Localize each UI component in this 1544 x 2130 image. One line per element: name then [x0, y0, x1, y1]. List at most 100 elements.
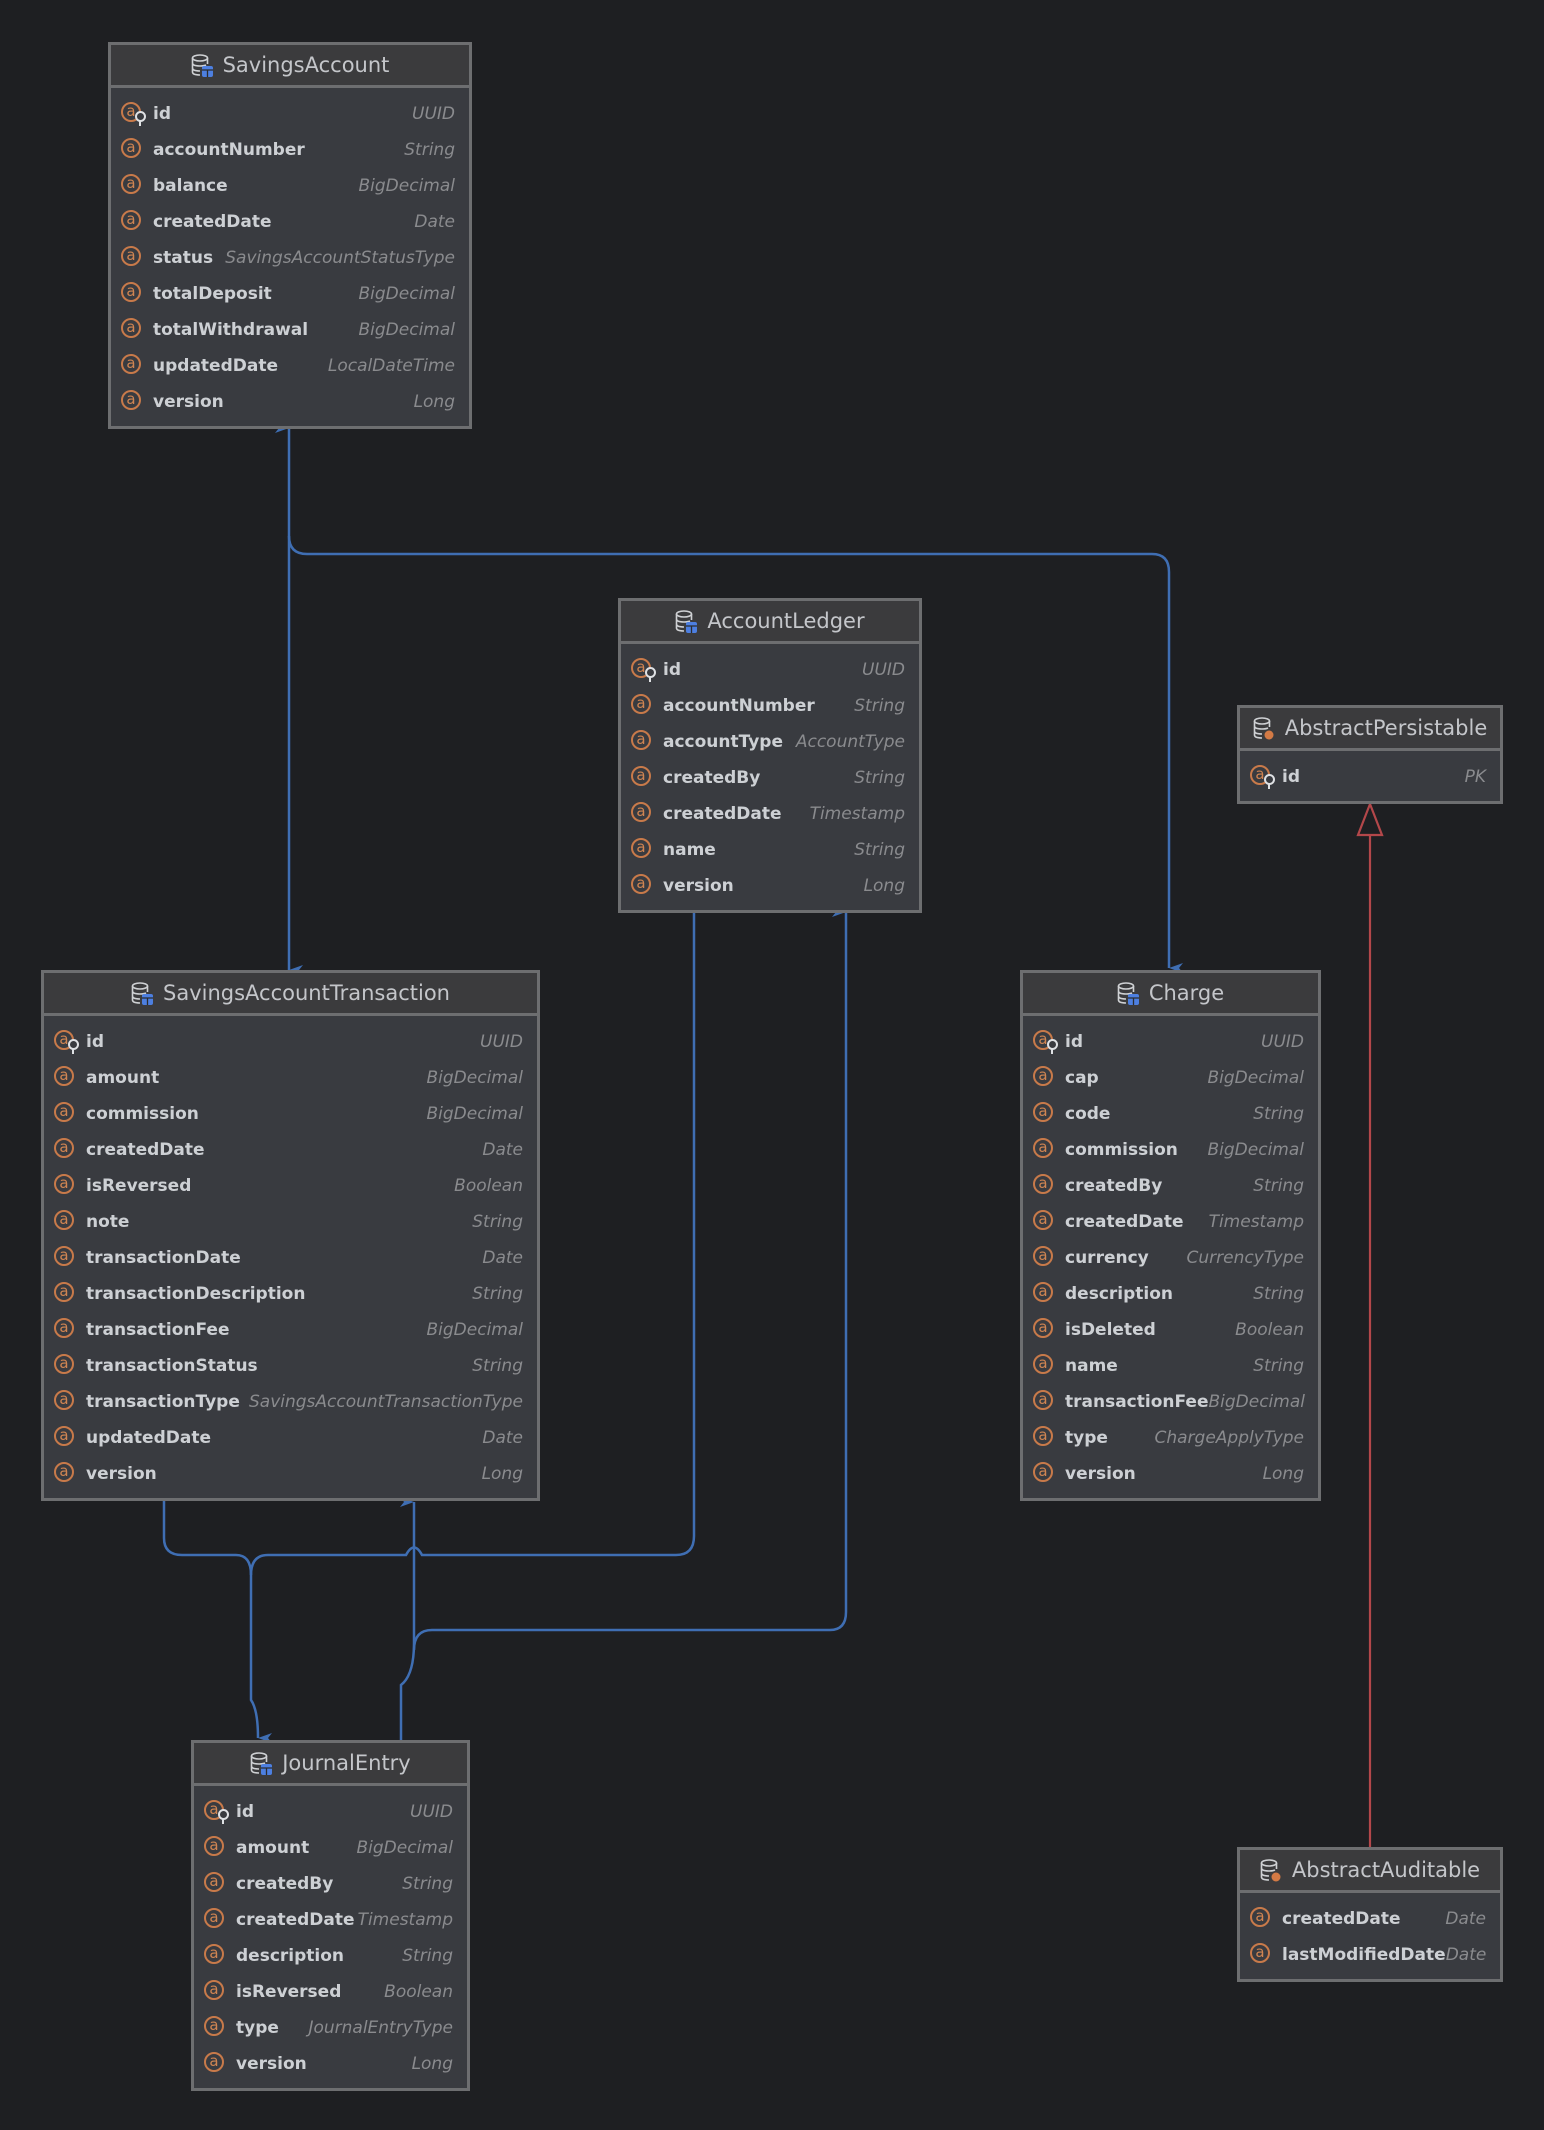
entity-account-ledger[interactable]: AccountLedger a id UUID a accountNumber String… [618, 598, 922, 913]
field-row[interactable]: a cap BigDecimal [1023, 1060, 1318, 1096]
attribute-icon: a [1033, 1246, 1057, 1270]
entity-journal-entry[interactable]: JournalEntry a id UUID a amount BigDecimal a cre… [191, 1740, 470, 2091]
attribute-icon: a [121, 174, 145, 198]
field-type: Date [482, 1428, 523, 1448]
field-type: Long [413, 392, 455, 412]
field-row[interactable]: a transactionDate Date [44, 1240, 537, 1276]
field-type: UUID [480, 1032, 523, 1052]
field-name: isDeleted [1065, 1320, 1156, 1340]
field-row[interactable]: a updatedDate Date [44, 1420, 537, 1456]
field-row[interactable]: a transactionFee BigDecimal [44, 1312, 537, 1348]
field-row[interactable]: a version Long [194, 2046, 467, 2082]
primary-key-attribute-icon: a [121, 102, 146, 126]
entity-fields: a id UUID a accountNumber String a accountType A… [621, 644, 919, 910]
field-row[interactable]: a code String [1023, 1096, 1318, 1132]
field-row[interactable]: a accountNumber String [621, 688, 919, 724]
entity-abstract-persistable[interactable]: AbstractPersistable a id PK [1237, 705, 1503, 804]
field-row[interactable]: a transactionStatus String [44, 1348, 537, 1384]
field-name: commission [1065, 1140, 1178, 1160]
entity-header: JournalEntry [194, 1743, 467, 1786]
field-row[interactable]: a isReversed Boolean [44, 1168, 537, 1204]
field-row[interactable]: a description String [194, 1938, 467, 1974]
field-row[interactable]: a balance BigDecimal [111, 168, 469, 204]
entity-table-icon [1117, 981, 1139, 1005]
entity-header: Charge [1023, 973, 1318, 1016]
field-row[interactable]: a type ChargeApplyType [1023, 1420, 1318, 1456]
entity-charge[interactable]: Charge a id UUID a cap BigDecimal a code String a c… [1020, 970, 1321, 1501]
field-type: String [404, 140, 455, 160]
field-row[interactable]: a version Long [1023, 1456, 1318, 1492]
field-type: Long [411, 2054, 453, 2074]
link-transaction-journalentry [162, 1500, 273, 1743]
field-row[interactable]: a id UUID [1023, 1024, 1318, 1060]
field-row[interactable]: a commission BigDecimal [1023, 1132, 1318, 1168]
field-row[interactable]: a createdBy String [194, 1866, 467, 1902]
field-type: Boolean [454, 1176, 523, 1196]
field-row[interactable]: a createdDate Date [111, 204, 469, 240]
attribute-icon: a [121, 246, 145, 270]
attribute-icon: a [121, 210, 145, 234]
field-row[interactable]: a id UUID [621, 652, 919, 688]
attribute-icon: a [54, 1066, 78, 1090]
field-type: UUID [412, 104, 455, 124]
field-row[interactable]: a accountType AccountType [621, 724, 919, 760]
field-row[interactable]: a amount BigDecimal [44, 1060, 537, 1096]
field-row[interactable]: a currency CurrencyType [1023, 1240, 1318, 1276]
field-type: BigDecimal [358, 176, 456, 196]
field-name: amount [236, 1838, 310, 1858]
field-row[interactable]: a status SavingsAccountStatusType [111, 240, 469, 276]
field-row[interactable]: a id UUID [111, 96, 469, 132]
field-row[interactable]: a id UUID [194, 1794, 467, 1830]
field-row[interactable]: a createdDate Date [44, 1132, 537, 1168]
field-row[interactable]: a version Long [44, 1456, 537, 1492]
field-row[interactable]: a isReversed Boolean [194, 1974, 467, 2010]
field-row[interactable]: a createdDate Timestamp [1023, 1204, 1318, 1240]
entity-header: SavingsAccount [111, 45, 469, 88]
entity-title: JournalEntry [282, 1751, 411, 1775]
field-name: createdDate [153, 212, 272, 232]
field-type: Timestamp [809, 804, 905, 824]
field-row[interactable]: a totalWithdrawal BigDecimal [111, 312, 469, 348]
field-type: String [472, 1356, 523, 1376]
field-row[interactable]: a createdBy String [1023, 1168, 1318, 1204]
field-row[interactable]: a totalDeposit BigDecimal [111, 276, 469, 312]
field-name: amount [86, 1068, 160, 1088]
entity-savings-account-transaction[interactable]: SavingsAccountTransaction a id UUID a amount B… [41, 970, 540, 1501]
field-row[interactable]: a description String [1023, 1276, 1318, 1312]
field-row[interactable]: a lastModifiedDate Date [1240, 1937, 1500, 1973]
field-type: BigDecimal [358, 284, 456, 304]
field-type: String [1253, 1176, 1304, 1196]
field-row[interactable]: a transactionDescription String [44, 1276, 537, 1312]
field-row[interactable]: a id PK [1240, 759, 1500, 795]
field-row[interactable]: a accountNumber String [111, 132, 469, 168]
field-row[interactable]: a createdDate Date [1240, 1901, 1500, 1937]
field-row[interactable]: a transactionFee BigDecimal [1023, 1384, 1318, 1420]
field-type: String [854, 768, 905, 788]
abstract-entity-icon [1260, 1858, 1282, 1882]
field-type: BigDecimal [426, 1068, 524, 1088]
field-name: id [1282, 767, 1300, 787]
entity-abstract-auditable[interactable]: AbstractAuditable a createdDate Date a lastMo… [1237, 1847, 1503, 1982]
field-row[interactable]: a createdBy String [621, 760, 919, 796]
field-row[interactable]: a updatedDate LocalDateTime [111, 348, 469, 384]
field-row[interactable]: a note String [44, 1204, 537, 1240]
field-row[interactable]: a id UUID [44, 1024, 537, 1060]
field-row[interactable]: a type JournalEntryType [194, 2010, 467, 2046]
field-row[interactable]: a version Long [111, 384, 469, 420]
field-row[interactable]: a amount BigDecimal [194, 1830, 467, 1866]
field-name: isReversed [236, 1982, 342, 2002]
field-type: String [472, 1212, 523, 1232]
field-row[interactable]: a name String [1023, 1348, 1318, 1384]
attribute-icon: a [54, 1102, 78, 1126]
field-row[interactable]: a name String [621, 832, 919, 868]
field-row[interactable]: a version Long [621, 868, 919, 904]
field-row[interactable]: a createdDate Timestamp [194, 1902, 467, 1938]
entity-savings-account[interactable]: SavingsAccount a id UUID a accountNumber Strin… [108, 42, 472, 429]
entity-table-icon [131, 981, 154, 1005]
field-row[interactable]: a createdDate Timestamp [621, 796, 919, 832]
field-row[interactable]: a transactionType SavingsAccountTransactio… [44, 1384, 537, 1420]
field-row[interactable]: a commission BigDecimal [44, 1096, 537, 1132]
field-type: CurrencyType [1186, 1248, 1304, 1268]
field-row[interactable]: a isDeleted Boolean [1023, 1312, 1318, 1348]
entity-table-icon [675, 609, 698, 633]
